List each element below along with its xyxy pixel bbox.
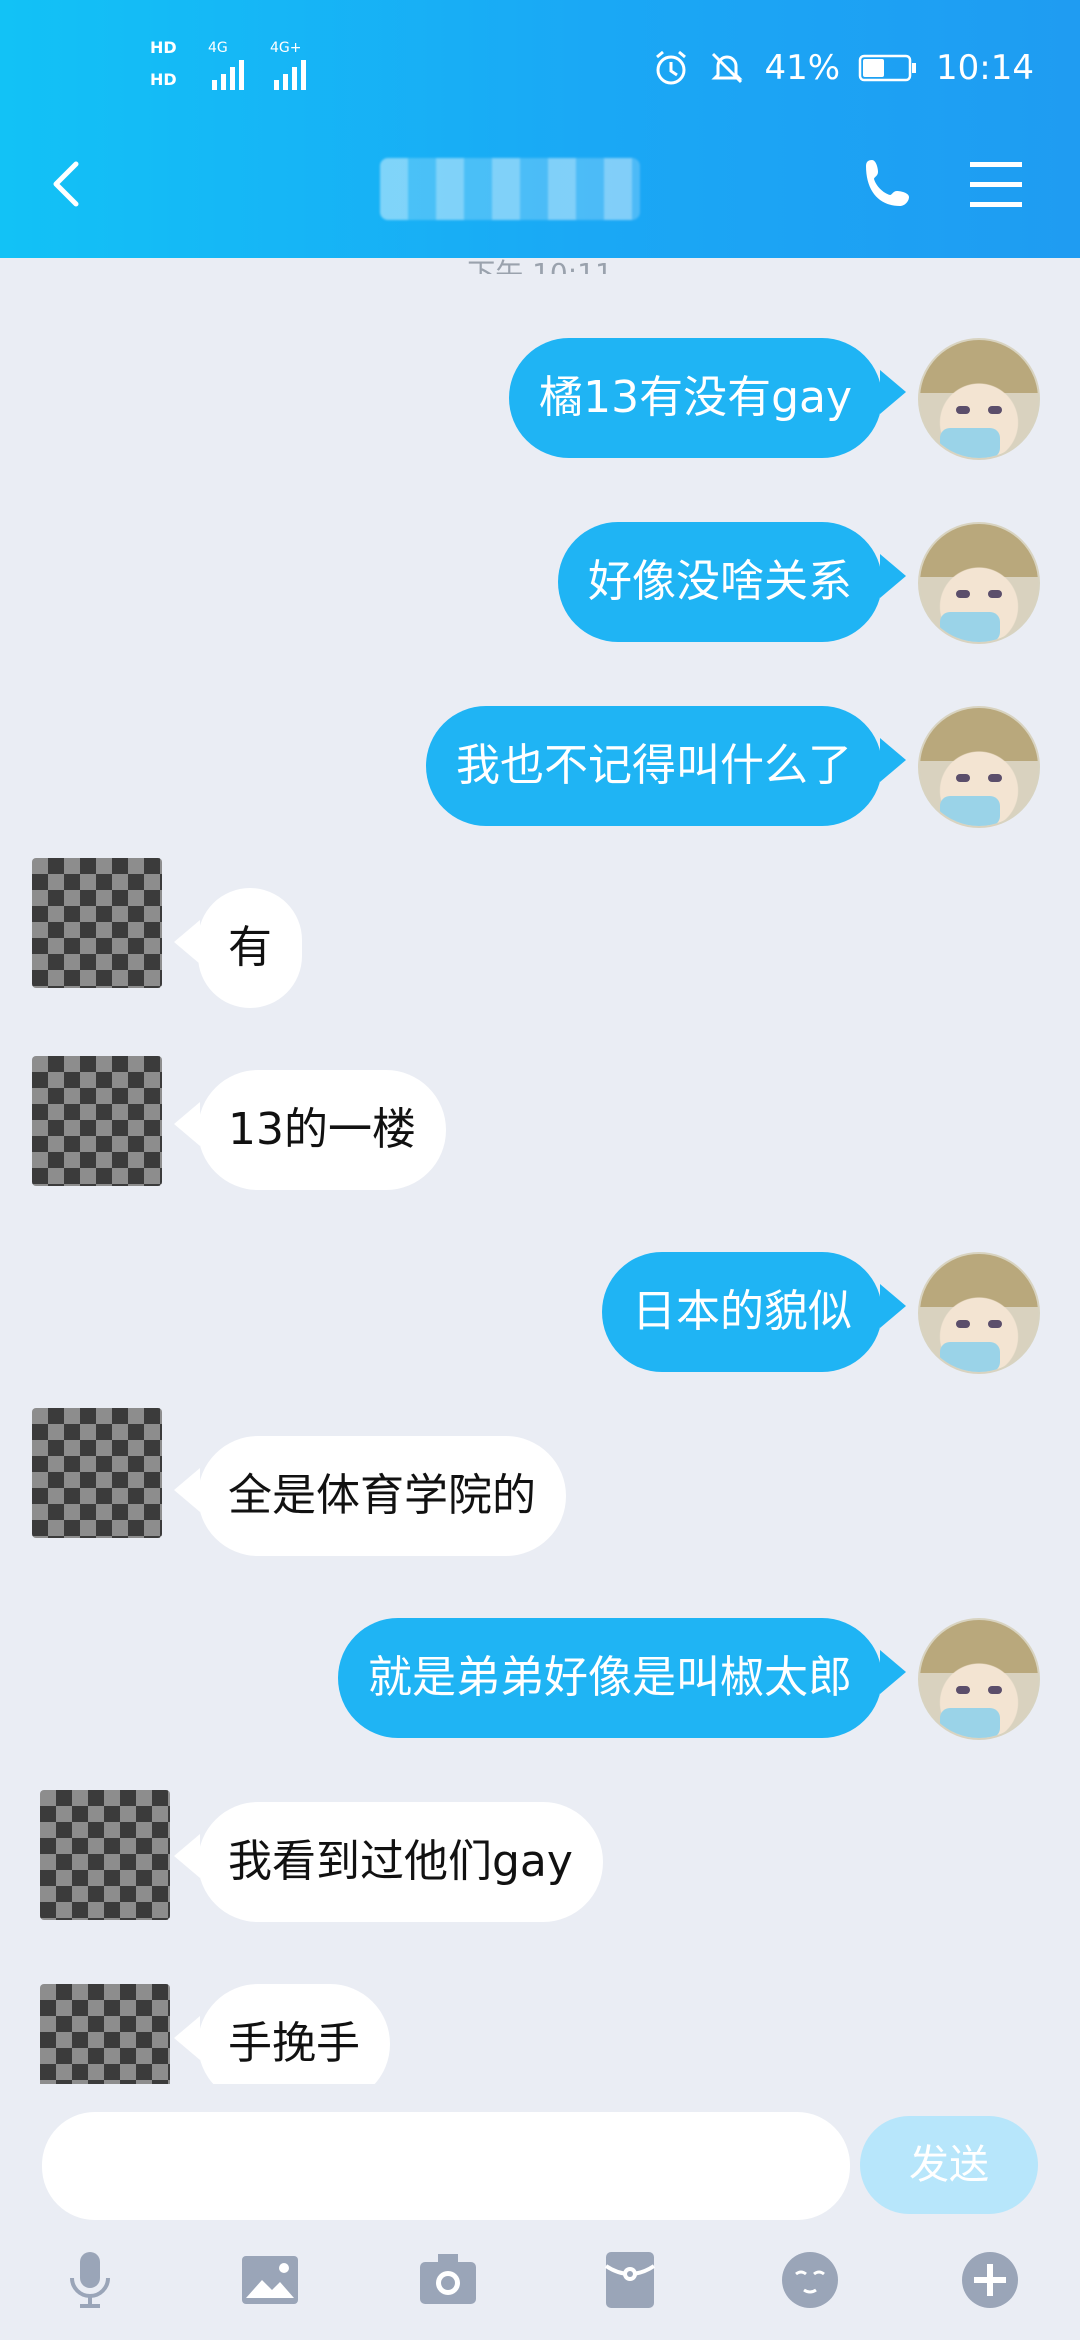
back-icon[interactable] bbox=[38, 152, 102, 216]
status-bar: HD HD 4G 4G+ 41% 10:14 bbox=[0, 0, 1080, 120]
bubble-tail bbox=[174, 2016, 200, 2060]
bubble-tail bbox=[174, 1468, 200, 1512]
mic-icon[interactable] bbox=[58, 2248, 122, 2312]
message-bubble[interactable]: 手挽手 bbox=[198, 1984, 390, 2084]
contact-avatar[interactable] bbox=[32, 1408, 162, 1538]
message-bubble[interactable]: 13的一楼 bbox=[198, 1070, 446, 1190]
message-bubble[interactable]: 就是弟弟好像是叫椒太郎 bbox=[338, 1618, 882, 1738]
battery-percent: 41% bbox=[764, 48, 841, 88]
contact-avatar[interactable] bbox=[40, 1984, 170, 2084]
clock: 10:14 bbox=[936, 48, 1034, 88]
signal-icon-2 bbox=[274, 60, 306, 90]
bubble-tail bbox=[880, 1650, 906, 1694]
battery-icon bbox=[858, 54, 917, 82]
mute-bell-icon bbox=[711, 52, 744, 84]
contact-avatar[interactable] bbox=[32, 858, 162, 988]
chat-header: HD HD 4G 4G+ 41% 10:14 bbox=[0, 0, 1080, 258]
hd-badge-2: HD bbox=[150, 70, 177, 89]
message-row: 日本的貌似 bbox=[0, 1252, 1080, 1374]
my-avatar[interactable] bbox=[918, 1618, 1040, 1740]
send-button[interactable]: 发送 bbox=[860, 2116, 1038, 2214]
message-row: 有 bbox=[0, 858, 1080, 1008]
message-row: 我看到过他们gay bbox=[0, 1790, 1080, 1922]
message-row: 好像没啥关系 bbox=[0, 522, 1080, 644]
input-toolbar bbox=[0, 2230, 1080, 2340]
message-bubble[interactable]: 有 bbox=[198, 888, 302, 1008]
bubble-tail bbox=[174, 1102, 200, 1146]
bubble-tail bbox=[880, 1284, 906, 1328]
hd-badge-1: HD bbox=[150, 38, 177, 57]
message-timestamp: 下午 10:11 bbox=[467, 257, 613, 274]
my-avatar[interactable] bbox=[918, 1252, 1040, 1374]
message-input[interactable] bbox=[42, 2112, 850, 2220]
message-bubble[interactable]: 好像没啥关系 bbox=[558, 522, 882, 642]
contact-name-redacted bbox=[380, 158, 640, 220]
message-row: 橘13有没有gay bbox=[0, 338, 1080, 460]
phone-icon[interactable] bbox=[858, 154, 918, 214]
message-row: 我也不记得叫什么了 bbox=[0, 706, 1080, 828]
contact-avatar[interactable] bbox=[32, 1056, 162, 1186]
contact-avatar[interactable] bbox=[40, 1790, 170, 1920]
message-bubble[interactable]: 我看到过他们gay bbox=[198, 1802, 603, 1922]
message-bubble[interactable]: 日本的貌似 bbox=[602, 1252, 882, 1372]
composer: 发送 bbox=[0, 2100, 1080, 2230]
plus-icon[interactable] bbox=[958, 2248, 1022, 2312]
alarm-icon bbox=[656, 50, 687, 85]
red-packet-icon[interactable] bbox=[598, 2248, 662, 2312]
bubble-tail bbox=[880, 554, 906, 598]
message-row: 13的一楼 bbox=[0, 1056, 1080, 1190]
my-avatar[interactable] bbox=[918, 706, 1040, 828]
bubble-tail bbox=[174, 1834, 200, 1878]
emoji-icon[interactable] bbox=[778, 2248, 842, 2312]
my-avatar[interactable] bbox=[918, 522, 1040, 644]
bubble-tail bbox=[174, 920, 200, 964]
message-row: 就是弟弟好像是叫椒太郎 bbox=[0, 1618, 1080, 1740]
message-bubble[interactable]: 橘13有没有gay bbox=[509, 338, 882, 458]
network-indicators: HD HD 4G 4G+ bbox=[150, 38, 330, 98]
camera-icon[interactable] bbox=[416, 2248, 480, 2312]
message-bubble[interactable]: 我也不记得叫什么了 bbox=[426, 706, 882, 826]
nav-bar bbox=[0, 120, 1080, 258]
image-icon[interactable] bbox=[238, 2248, 302, 2312]
message-row: 手挽手 bbox=[0, 1984, 1080, 2084]
status-right: 41% 10:14 bbox=[652, 40, 1034, 96]
bubble-tail bbox=[880, 738, 906, 782]
message-row: 全是体育学院的 bbox=[0, 1408, 1080, 1556]
bubble-tail bbox=[880, 370, 906, 414]
message-bubble[interactable]: 全是体育学院的 bbox=[198, 1436, 566, 1556]
signal-icon-1 bbox=[212, 60, 244, 90]
my-avatar[interactable] bbox=[918, 338, 1040, 460]
menu-icon[interactable] bbox=[966, 156, 1026, 214]
